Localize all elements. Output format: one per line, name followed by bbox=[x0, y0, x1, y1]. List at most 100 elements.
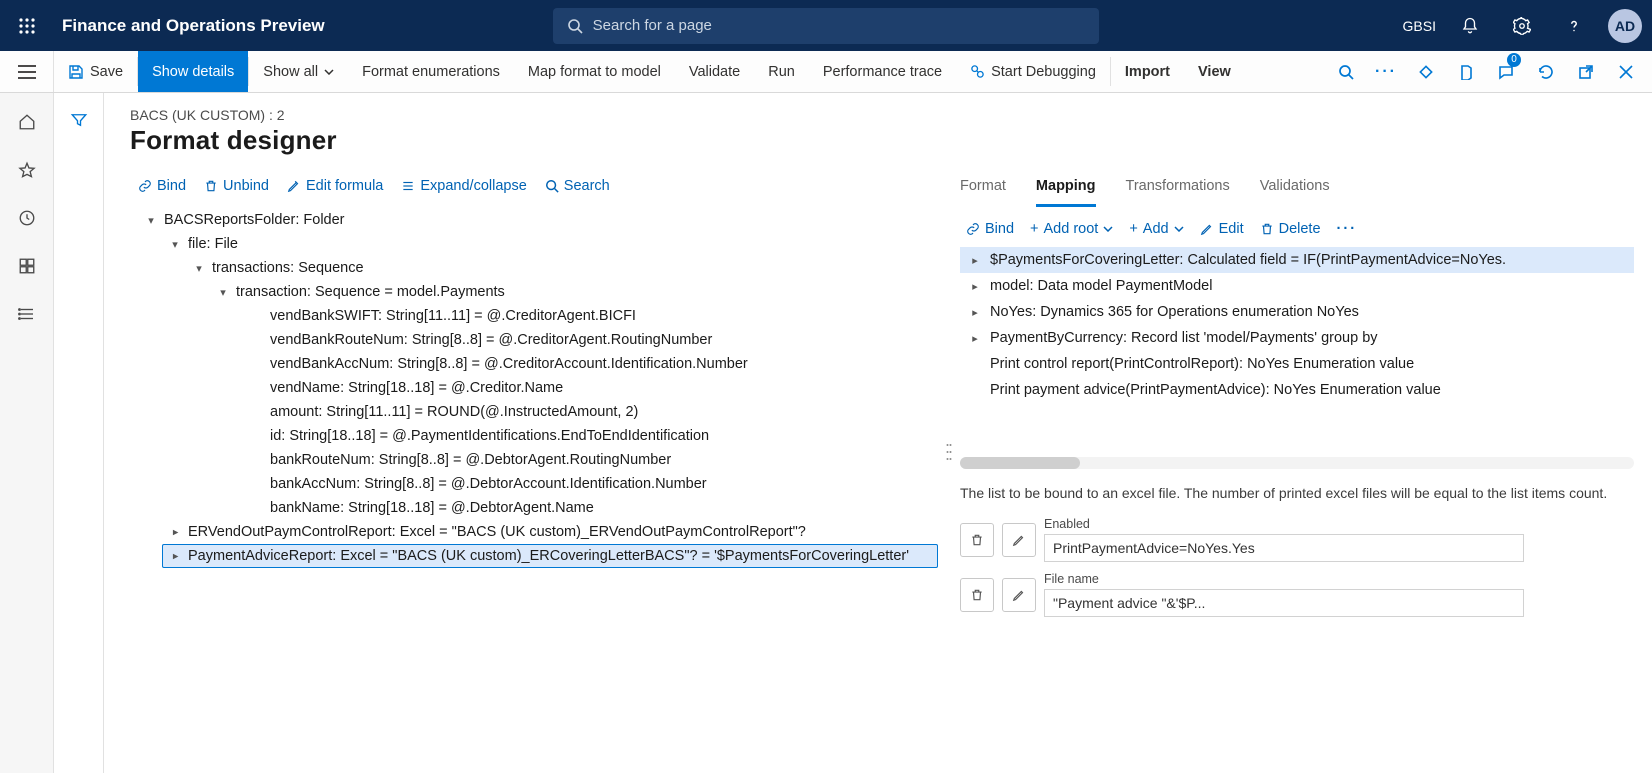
datasource-item[interactable]: Print control report(PrintControlReport)… bbox=[960, 351, 1634, 377]
show-details-button[interactable]: Show details bbox=[138, 51, 248, 92]
more-action[interactable]: ··· bbox=[1337, 221, 1358, 237]
messages-badge: 0 bbox=[1507, 53, 1521, 67]
unbind-action[interactable]: Unbind bbox=[204, 178, 269, 194]
breadcrumb: BACS (UK CUSTOM) : 2 bbox=[130, 107, 1652, 123]
tree-node[interactable]: ▾ERVendOutPaymControlReport: Excel = "BA… bbox=[162, 520, 938, 544]
scrollbar[interactable] bbox=[960, 457, 1634, 469]
messages-icon[interactable]: 0 bbox=[1488, 54, 1524, 90]
tree-leaf[interactable]: bankAccNum: String[8..8] = @.DebtorAccou… bbox=[244, 472, 938, 496]
format-tree[interactable]: ▾BACSReportsFolder: Folder ▾file: File ▾… bbox=[130, 208, 938, 773]
search-action[interactable]: Search bbox=[545, 178, 610, 194]
search-placeholder: Search for a page bbox=[593, 17, 712, 34]
page-title: Format designer bbox=[130, 125, 1652, 156]
save-button[interactable]: Save bbox=[54, 51, 137, 92]
search-icon bbox=[567, 18, 583, 34]
view-button[interactable]: View bbox=[1184, 51, 1245, 92]
tab-validations[interactable]: Validations bbox=[1260, 172, 1330, 206]
tree-leaf[interactable]: id: String[18..18] = @.PaymentIdentifica… bbox=[244, 424, 938, 448]
filename-value[interactable]: "Payment advice "&'$P... bbox=[1044, 589, 1524, 617]
diamond-icon[interactable] bbox=[1408, 54, 1444, 90]
splitter-handle[interactable] bbox=[938, 172, 960, 773]
datasource-item[interactable]: ▸model: Data model PaymentModel bbox=[960, 273, 1634, 299]
edit-prop-button[interactable] bbox=[1002, 578, 1036, 612]
expand-collapse-action[interactable]: Expand/collapse bbox=[401, 178, 526, 194]
debug-icon bbox=[970, 64, 985, 79]
validate-button[interactable]: Validate bbox=[675, 51, 754, 92]
bind-action[interactable]: Bind bbox=[138, 178, 186, 194]
bell-icon[interactable] bbox=[1448, 4, 1492, 48]
edit-prop-button[interactable] bbox=[1002, 523, 1036, 557]
search-cmd-icon[interactable] bbox=[1328, 54, 1364, 90]
popout-icon[interactable] bbox=[1568, 54, 1604, 90]
refresh-icon[interactable] bbox=[1528, 54, 1564, 90]
edit-action[interactable]: Edit bbox=[1200, 221, 1244, 237]
org-code[interactable]: GBSI bbox=[1403, 18, 1436, 34]
tab-transformations[interactable]: Transformations bbox=[1126, 172, 1230, 206]
save-icon bbox=[68, 64, 84, 80]
format-enumerations-button[interactable]: Format enumerations bbox=[348, 51, 514, 92]
run-button[interactable]: Run bbox=[754, 51, 809, 92]
tree-leaf[interactable]: bankRouteNum: String[8..8] = @.DebtorAge… bbox=[244, 448, 938, 472]
search-input[interactable]: Search for a page bbox=[553, 8, 1099, 44]
chevron-down-icon bbox=[1174, 226, 1184, 232]
help-icon[interactable] bbox=[1552, 4, 1596, 48]
chevron-down-icon bbox=[324, 69, 334, 75]
close-icon[interactable] bbox=[1608, 54, 1644, 90]
map-format-button[interactable]: Map format to model bbox=[514, 51, 675, 92]
delete-action[interactable]: Delete bbox=[1260, 221, 1321, 237]
datasource-item[interactable]: Print payment advice(PrintPaymentAdvice)… bbox=[960, 377, 1634, 403]
datasource-item[interactable]: ▸PaymentByCurrency: Record list 'model/P… bbox=[960, 325, 1634, 351]
pencil-icon bbox=[287, 179, 301, 193]
tree-leaf[interactable]: vendBankSWIFT: String[11..11] = @.Credit… bbox=[244, 304, 938, 328]
delete-prop-button[interactable] bbox=[960, 578, 994, 612]
ds-bind-action[interactable]: Bind bbox=[966, 221, 1014, 237]
delete-prop-button[interactable] bbox=[960, 523, 994, 557]
tree-node-selected[interactable]: ▾PaymentAdviceReport: Excel = "BACS (UK … bbox=[162, 544, 938, 568]
tree-leaf[interactable]: vendBankRouteNum: String[8..8] = @.Credi… bbox=[244, 328, 938, 352]
description-text: The list to be bound to an excel file. T… bbox=[960, 483, 1634, 503]
datasource-list[interactable]: ▸$PaymentsForCoveringLetter: Calculated … bbox=[960, 247, 1634, 447]
waffle-icon[interactable] bbox=[0, 18, 54, 34]
datasource-item[interactable]: ▸$PaymentsForCoveringLetter: Calculated … bbox=[960, 247, 1634, 273]
tree-node[interactable]: ▾transaction: Sequence = model.Payments bbox=[210, 280, 938, 304]
tree-leaf[interactable]: vendBankAccNum: String[8..8] = @.Credito… bbox=[244, 352, 938, 376]
tree-node[interactable]: ▾transactions: Sequence bbox=[186, 256, 938, 280]
caret-icon: ▸ bbox=[968, 306, 982, 319]
add-root-action[interactable]: +Add root bbox=[1030, 221, 1113, 237]
tree-leaf[interactable]: bankName: String[18..18] = @.DebtorAgent… bbox=[244, 496, 938, 520]
tab-mapping[interactable]: Mapping bbox=[1036, 172, 1096, 207]
trash-icon bbox=[1260, 222, 1274, 236]
show-all-button[interactable]: Show all bbox=[249, 51, 348, 92]
enabled-label: Enabled bbox=[1044, 517, 1524, 531]
gear-icon[interactable] bbox=[1500, 4, 1544, 48]
performance-trace-button[interactable]: Performance trace bbox=[809, 51, 956, 92]
menu-icon[interactable] bbox=[18, 65, 36, 79]
tree-node[interactable]: ▾file: File bbox=[162, 232, 938, 256]
trash-icon bbox=[204, 179, 218, 193]
caret-icon: ▸ bbox=[968, 280, 982, 293]
tree-leaf[interactable]: amount: String[11..11] = ROUND(@.Instruc… bbox=[244, 400, 938, 424]
tab-format[interactable]: Format bbox=[960, 172, 1006, 206]
workspaces-icon[interactable] bbox=[18, 257, 36, 275]
recent-icon[interactable] bbox=[18, 209, 36, 227]
tree-leaf[interactable]: vendName: String[18..18] = @.Creditor.Na… bbox=[244, 376, 938, 400]
plus-icon: + bbox=[1030, 221, 1038, 237]
chevron-down-icon bbox=[1103, 226, 1113, 232]
import-button[interactable]: Import bbox=[1111, 51, 1184, 92]
modules-icon[interactable] bbox=[18, 305, 36, 323]
filter-icon[interactable] bbox=[70, 111, 88, 773]
enabled-value[interactable]: PrintPaymentAdvice=NoYes.Yes bbox=[1044, 534, 1524, 562]
home-icon[interactable] bbox=[18, 113, 36, 131]
caret-icon: ▸ bbox=[968, 332, 982, 345]
more-icon[interactable]: ··· bbox=[1368, 54, 1404, 90]
edit-formula-action[interactable]: Edit formula bbox=[287, 178, 383, 194]
star-icon[interactable] bbox=[18, 161, 36, 179]
avatar[interactable]: AD bbox=[1608, 9, 1642, 43]
start-debugging-button[interactable]: Start Debugging bbox=[956, 51, 1110, 92]
plus-icon: + bbox=[1129, 221, 1137, 237]
search-icon bbox=[545, 179, 559, 193]
tree-node[interactable]: ▾BACSReportsFolder: Folder bbox=[138, 208, 938, 232]
datasource-item[interactable]: ▸NoYes: Dynamics 365 for Operations enum… bbox=[960, 299, 1634, 325]
office-icon[interactable] bbox=[1448, 54, 1484, 90]
add-action[interactable]: +Add bbox=[1129, 221, 1183, 237]
